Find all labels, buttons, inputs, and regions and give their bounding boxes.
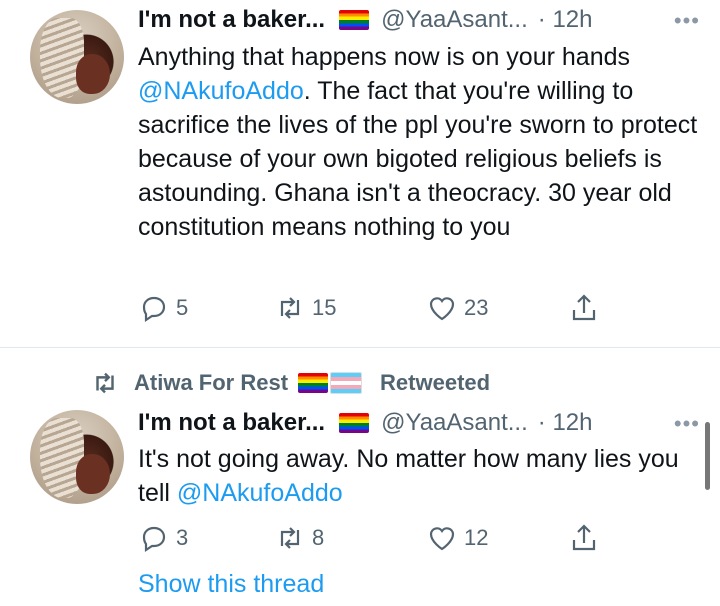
tweet-header: I'm not a baker... @YaaAsant... · 12h <box>138 406 592 440</box>
rainbow-flag-icon <box>339 10 370 30</box>
like-button[interactable]: 12 <box>426 522 488 554</box>
like-count: 12 <box>464 525 489 550</box>
avatar[interactable] <box>30 410 124 504</box>
retweet-count: 15 <box>312 295 337 320</box>
share-button[interactable] <box>568 292 600 324</box>
heart-outline-icon <box>429 527 455 551</box>
timestamp[interactable]: · 12h <box>538 409 593 437</box>
user-handle[interactable]: @YaaAsant... <box>381 6 528 34</box>
retweet-context[interactable]: Atiwa For Rest Retweeted <box>90 368 490 398</box>
tweet-header: I'm not a baker... @YaaAsant... · 12h <box>138 3 592 37</box>
share-upload-icon <box>572 294 596 321</box>
more-dots-icon[interactable]: ••• <box>674 8 700 34</box>
timestamp[interactable]: · 12h <box>538 6 593 34</box>
reply-button[interactable]: 5 <box>138 292 188 324</box>
retweet-count: 8 <box>312 525 325 550</box>
mention-link[interactable]: @NAkufoAddo <box>177 479 343 507</box>
speech-bubble-icon <box>142 526 166 553</box>
reply-count: 5 <box>176 295 189 320</box>
reply-count: 3 <box>176 525 189 550</box>
speech-bubble-icon <box>142 296 166 323</box>
rainbow-flag-icon <box>339 413 370 433</box>
heart-outline-icon <box>429 297 455 321</box>
retweet-arrows-icon <box>280 297 300 319</box>
trans-flag-icon <box>330 372 363 394</box>
retweet-button[interactable]: 8 <box>274 522 324 554</box>
avatar[interactable] <box>30 10 124 104</box>
scrollbar[interactable] <box>705 422 710 490</box>
retweeter-name[interactable]: Atiwa For Rest <box>134 370 288 396</box>
share-button[interactable] <box>568 522 600 554</box>
divider <box>0 347 720 348</box>
tweet-actions: 5 15 23 <box>138 292 618 328</box>
retweet-arrows-icon <box>280 527 300 549</box>
reply-button[interactable]: 3 <box>138 522 188 554</box>
tweet-actions: 3 8 12 <box>138 522 618 558</box>
like-count: 23 <box>464 295 489 320</box>
retweet-arrows-icon <box>96 372 114 394</box>
display-name[interactable]: I'm not a baker... <box>138 6 325 34</box>
tweet[interactable]: I'm not a baker... @YaaAsant... · 12h ••… <box>0 402 720 606</box>
tweet-text: Anything that happens now is on your han… <box>138 40 698 244</box>
display-name[interactable]: I'm not a baker... <box>138 409 325 437</box>
tweet[interactable]: I'm not a baker... @YaaAsant... · 12h ••… <box>0 0 720 348</box>
tweet-text-start: Anything that happens now is on your han… <box>138 43 631 71</box>
like-button[interactable]: 23 <box>426 292 488 324</box>
show-thread-link[interactable]: Show this thread <box>138 570 324 599</box>
retweeted-label: Retweeted <box>380 370 491 395</box>
user-handle[interactable]: @YaaAsant... <box>381 409 528 437</box>
share-upload-icon <box>572 524 596 551</box>
mention-link[interactable]: @NAkufoAddo <box>138 77 304 105</box>
retweet-button[interactable]: 15 <box>274 292 336 324</box>
more-dots-icon[interactable]: ••• <box>674 411 700 437</box>
rainbow-flag-icon <box>298 373 329 393</box>
tweet-text: It's not going away. No matter how many … <box>138 442 698 510</box>
